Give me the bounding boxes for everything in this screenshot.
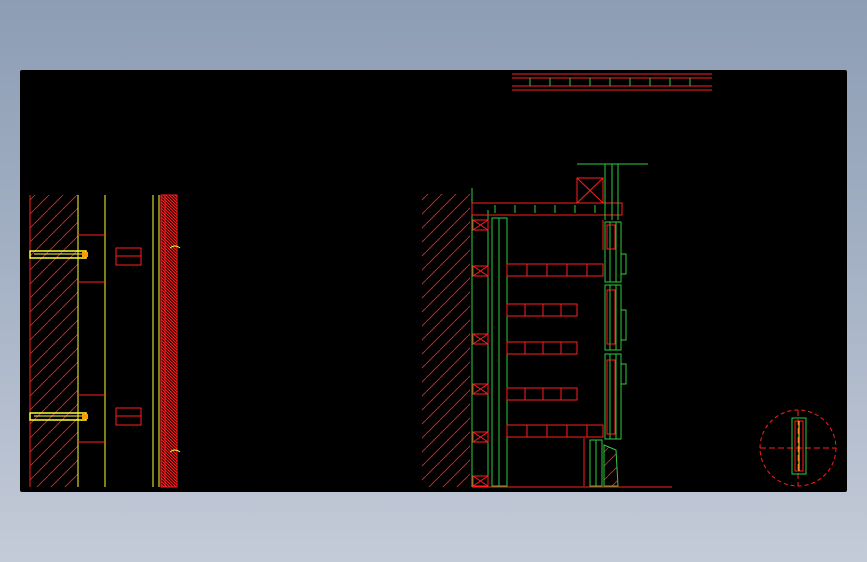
wall-hatch [30, 195, 78, 487]
louvre-blade [506, 263, 604, 277]
louvre-blade [506, 341, 578, 355]
louvre-blade [506, 424, 604, 438]
cad-drawing [29, 73, 837, 488]
louvre-blade [506, 387, 578, 401]
elevation-view [29, 194, 181, 488]
plan-strip [512, 73, 712, 91]
wall-hatch [422, 194, 470, 487]
louvre-blade [506, 303, 578, 317]
section-view [422, 163, 672, 488]
detail-callout [759, 409, 837, 487]
cladding-panel [160, 194, 178, 488]
cad-viewport[interactable] [20, 70, 847, 492]
